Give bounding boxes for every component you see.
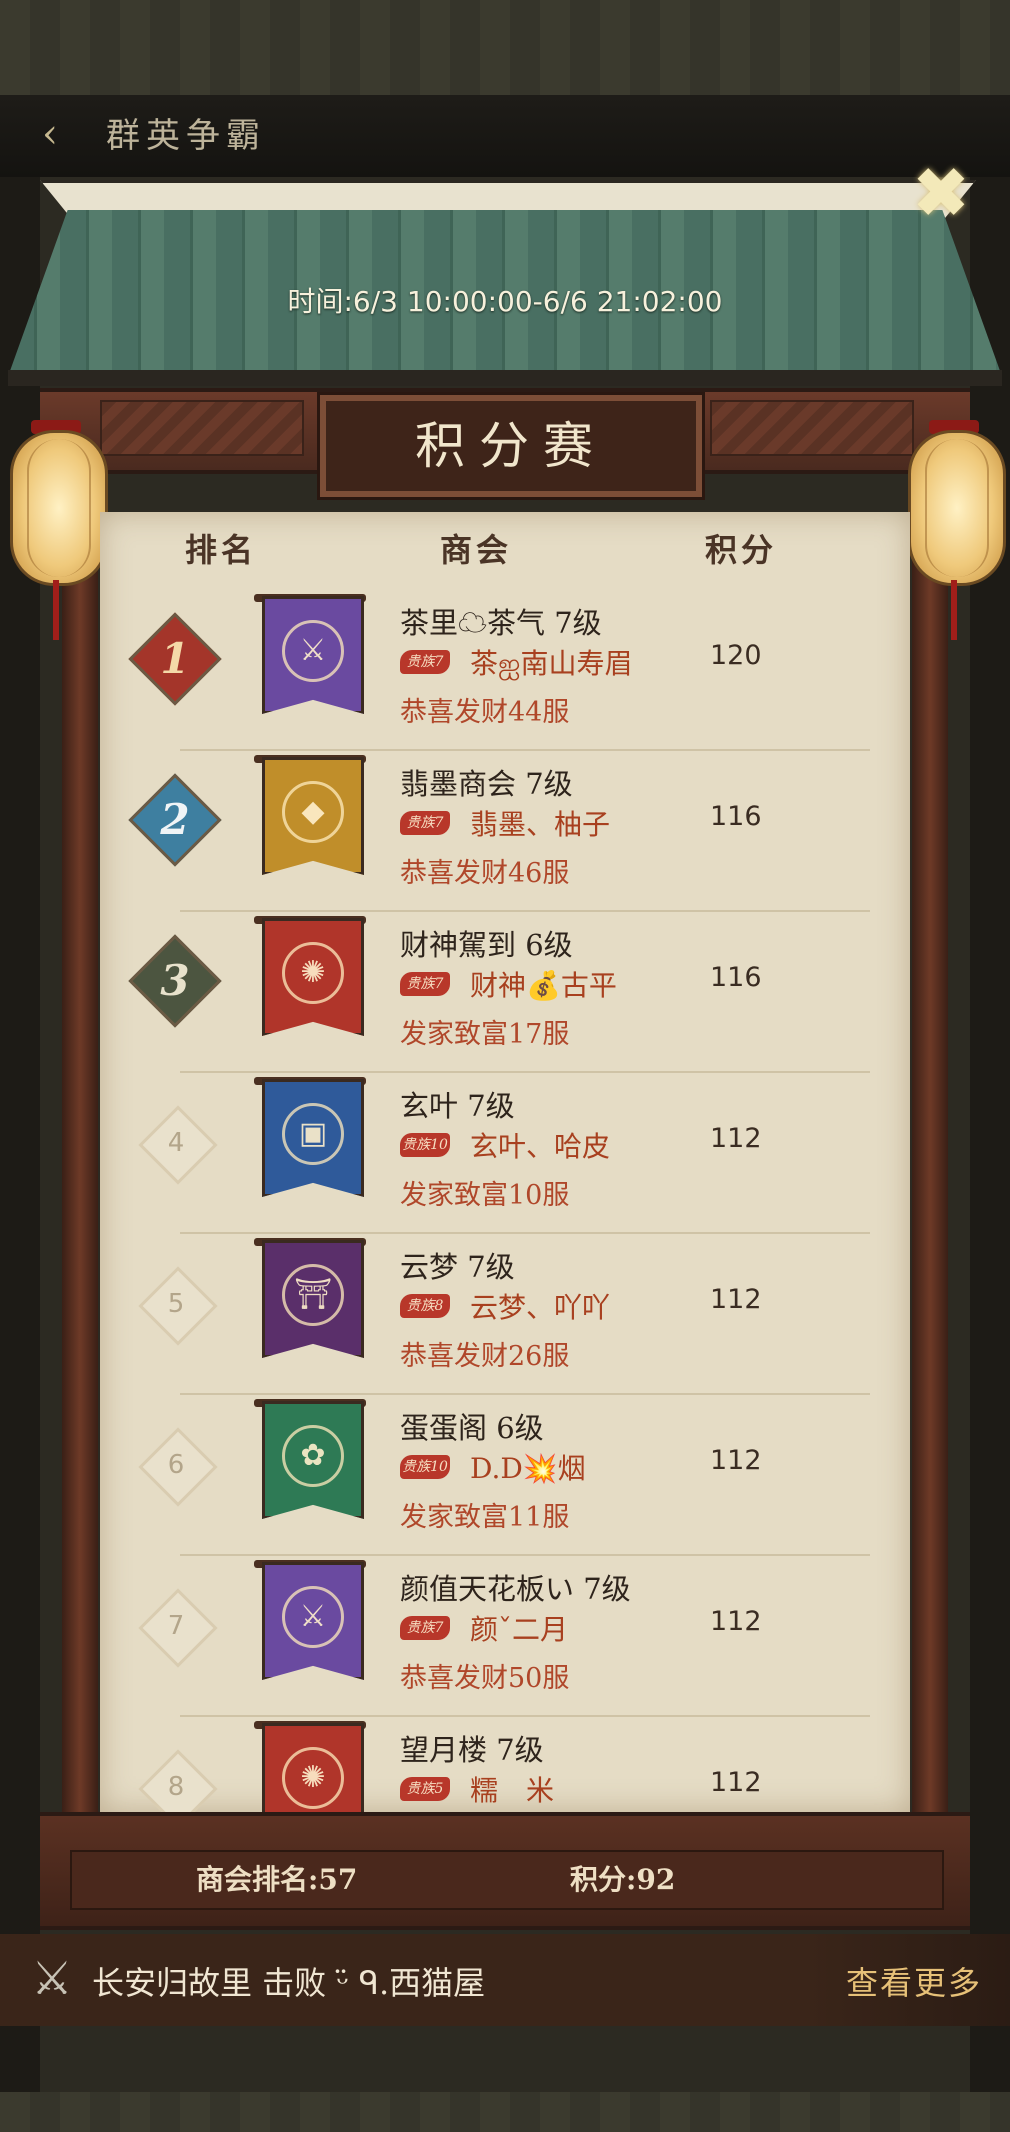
my-guild-score: 积分:92 xyxy=(570,1863,676,1896)
guild-emblem-icon: ▣ xyxy=(282,1103,344,1165)
guild-emblem-icon: ⚔ xyxy=(282,620,344,682)
tassel-left xyxy=(53,580,59,640)
background-top xyxy=(0,0,1010,95)
noble-tag: 贵族5 xyxy=(400,1777,450,1801)
guild-leader: 糯 米 xyxy=(470,1774,555,1807)
noble-tag: 贵族10 xyxy=(400,1133,450,1157)
guild-name: 云梦 7级 xyxy=(400,1250,515,1284)
guild-emblem-icon: ⚔ xyxy=(282,1586,344,1648)
header-guild: 商会 xyxy=(440,531,513,569)
beam-panel-left xyxy=(100,400,304,456)
lantern-right-icon xyxy=(908,430,1006,586)
rank-number: 2 xyxy=(160,795,190,844)
guild-score: 112 xyxy=(710,1445,762,1476)
guild-emblem-icon: ✿ xyxy=(282,1425,344,1487)
guild-leader: 财神💰古平 xyxy=(470,969,617,1002)
guild-leader: 玄叶、哈皮 xyxy=(470,1130,611,1163)
guild-server: 恭喜发财46服 xyxy=(400,858,570,889)
table-row[interactable]: 3 ✺ 财神駕到 6级 贵族7 财神💰古平 发家致富17服 116 xyxy=(100,912,910,1073)
my-guild-rank: 商会排名:57 xyxy=(196,1863,358,1896)
guild-server: 恭喜发财50服 xyxy=(400,1663,570,1694)
guild-score: 112 xyxy=(710,1123,762,1154)
background-right xyxy=(970,95,1010,2095)
guild-leader: 颜ˇ二月 xyxy=(470,1613,569,1646)
noble-tag: 贵族10 xyxy=(400,1455,450,1479)
rank-number: 5 xyxy=(167,1289,185,1319)
rank-number: 4 xyxy=(167,1128,185,1158)
event-plaque: 积分赛 xyxy=(320,395,702,497)
guild-server: 发家致富10服 xyxy=(400,1180,570,1211)
rank-number: 3 xyxy=(160,956,190,1005)
roof-edge xyxy=(8,370,1002,386)
crossed-swords-icon: ⚔ xyxy=(31,1951,73,2005)
table-row[interactable]: 4 ▣ 玄叶 7级 贵族10 玄叶、哈皮 发家致富10服 112 xyxy=(100,1073,910,1234)
guild-server: 恭喜发财26服 xyxy=(400,1341,570,1372)
page-title: 群英争霸 xyxy=(106,116,266,156)
table-row[interactable]: 5 ⛩ 云梦 7级 贵族8 云梦、吖吖 恭喜发财26服 112 xyxy=(100,1234,910,1395)
guild-server: 恭喜发财44服 xyxy=(400,697,570,728)
guild-name: 颜值天花板い 7级 xyxy=(400,1572,631,1606)
rank-number: 7 xyxy=(167,1611,185,1641)
table-row[interactable]: 1 ⚔ 茶里☁茶气 7级 贵族7 茶ஐ南山寿眉 恭喜发财44服 120 xyxy=(100,590,910,751)
guild-emblem-icon: ✺ xyxy=(282,1747,344,1809)
guild-name: 玄叶 7级 xyxy=(400,1089,515,1123)
guild-leader: 茶ஐ南山寿眉 xyxy=(470,647,633,680)
guild-score: 116 xyxy=(710,962,762,993)
pillar-left xyxy=(62,466,98,1866)
table-header: 排名 商会 积分 xyxy=(100,525,910,575)
table-row[interactable]: 7 ⚔ 颜值天花板い 7级 贵族7 颜ˇ二月 恭喜发财50服 112 xyxy=(100,1556,910,1717)
guild-name: 财神駕到 6级 xyxy=(400,928,573,962)
plaque-title: 积分赛 xyxy=(415,417,607,475)
noble-tag: 贵族7 xyxy=(400,811,450,835)
tassel-right xyxy=(951,580,957,640)
guild-leader: 翡墨、柚子 xyxy=(470,808,611,841)
guild-server: 发家致富17服 xyxy=(400,1019,570,1050)
noble-tag: 贵族7 xyxy=(400,650,450,674)
noble-tag: 贵族8 xyxy=(400,1294,450,1318)
event-time: 时间:6/3 10:00:00-6/6 21:02:00 xyxy=(287,285,723,318)
guild-name: 望月楼 7级 xyxy=(400,1733,544,1767)
lantern-left-icon xyxy=(10,430,108,586)
guild-score: 112 xyxy=(710,1284,762,1315)
guild-server: 发家致富11服 xyxy=(400,1502,570,1533)
rank-number: 1 xyxy=(160,634,190,683)
background-left xyxy=(0,95,40,2095)
guild-emblem-icon: ✺ xyxy=(282,942,344,1004)
guild-score: 116 xyxy=(710,801,762,832)
noble-tag: 贵族7 xyxy=(400,1616,450,1640)
guild-name: 翡墨商会 7级 xyxy=(400,767,573,801)
guild-name: 蛋蛋阁 6级 xyxy=(400,1411,544,1445)
background-bottom xyxy=(0,2092,1010,2132)
ranking-list[interactable]: 1 ⚔ 茶里☁茶气 7级 贵族7 茶ஐ南山寿眉 恭喜发财44服 120 2 ◆ … xyxy=(100,590,910,1812)
header-rank: 排名 xyxy=(185,531,258,569)
table-row[interactable]: 6 ✿ 蛋蛋阁 6级 贵族10 D.D💥烟 发家致富11服 112 xyxy=(100,1395,910,1556)
noble-tag: 贵族7 xyxy=(400,972,450,996)
back-arrow-icon[interactable]: ‹ xyxy=(30,112,70,156)
table-row[interactable]: 2 ◆ 翡墨商会 7级 贵族7 翡墨、柚子 恭喜发财46服 116 xyxy=(100,751,910,912)
rank-number: 6 xyxy=(167,1450,185,1480)
guild-score: 112 xyxy=(710,1606,762,1637)
header-score: 积分 xyxy=(705,531,778,569)
beam-panel-right xyxy=(710,400,914,456)
view-more-link[interactable]: 查看更多 xyxy=(846,1958,982,2004)
pillar-right xyxy=(912,466,948,1866)
guild-score: 120 xyxy=(710,640,762,671)
table-row[interactable]: 8 ✺ 望月楼 7级 贵族5 糯 米 112 xyxy=(100,1717,910,1812)
battle-message: 长安归故里 击败 ᵕ̈ ᑫ.西猫屋 xyxy=(92,1964,486,2002)
close-icon[interactable]: ✖ xyxy=(906,158,976,228)
guild-leader: 云梦、吖吖 xyxy=(470,1291,611,1324)
guild-score: 112 xyxy=(710,1767,762,1798)
guild-emblem-icon: ◆ xyxy=(282,781,344,843)
guild-leader: D.D💥烟 xyxy=(470,1452,586,1485)
guild-emblem-icon: ⛩ xyxy=(282,1264,344,1326)
rank-number: 8 xyxy=(167,1772,185,1802)
guild-name: 茶里☁茶气 7级 xyxy=(400,606,602,640)
